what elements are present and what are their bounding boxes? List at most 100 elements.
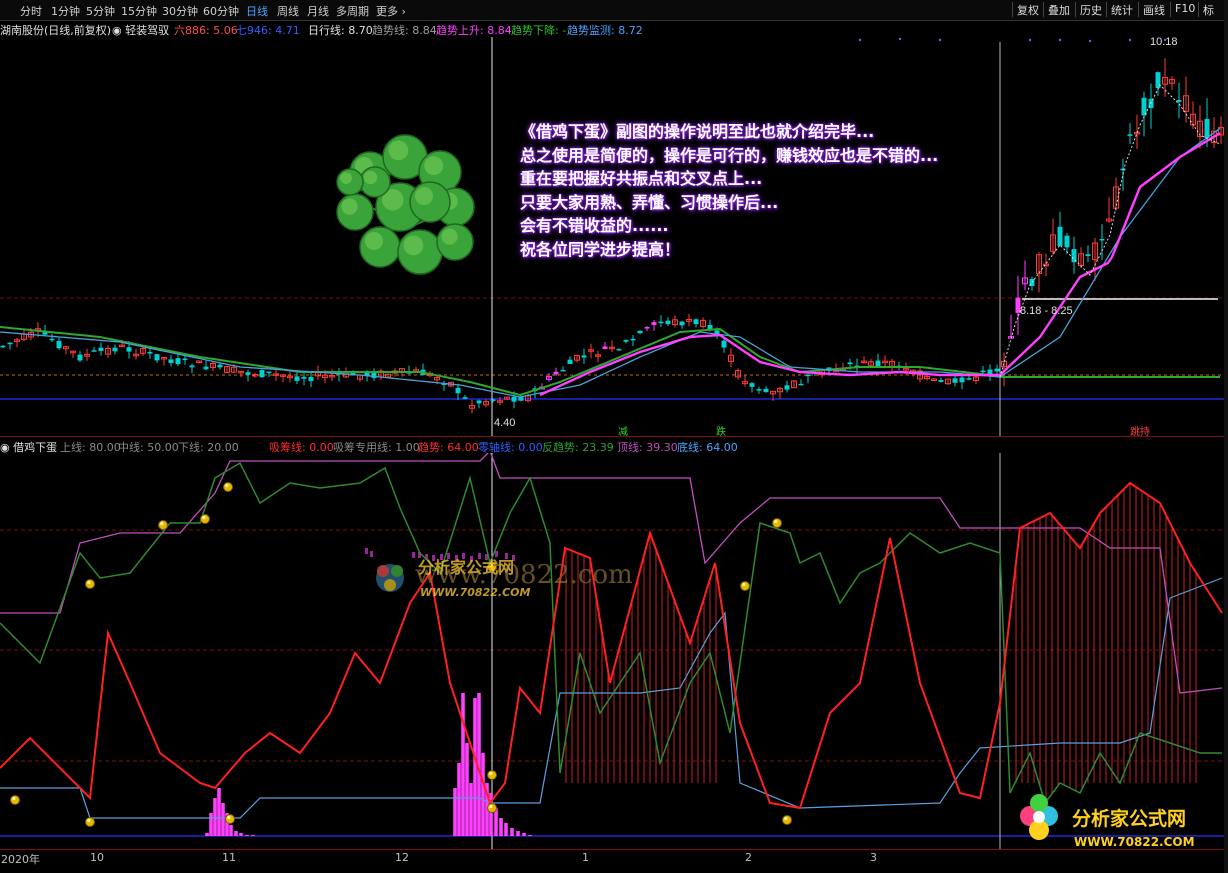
pane-divider[interactable] <box>0 436 1224 437</box>
candle-body <box>56 340 62 349</box>
candle-body <box>798 383 804 386</box>
absorb-bar <box>213 798 217 836</box>
signal-hold: 跳持 <box>1130 425 1150 436</box>
main-indicator-name[interactable]: ◉ 轻装驾驭 <box>112 22 169 38</box>
signal-dot-shine <box>12 796 16 801</box>
absorb-bar <box>239 833 243 836</box>
candle-body <box>560 369 566 372</box>
candle-body <box>623 339 629 342</box>
signal-dot <box>740 581 750 591</box>
signal-dot <box>225 814 235 824</box>
candle-body <box>259 370 265 378</box>
plant-leaf-highlight <box>403 235 424 256</box>
candle-body <box>511 396 517 402</box>
candle-body <box>1099 238 1105 241</box>
overlay-button[interactable]: 叠加 <box>1043 2 1074 17</box>
candle-body <box>98 347 104 351</box>
absorb-bar <box>499 818 503 836</box>
period-tab-1min[interactable]: 1分钟 <box>51 3 80 19</box>
top-dot <box>858 38 862 42</box>
top-dot <box>1163 38 1167 42</box>
annotation-line: 总之使用是简便的，操作是可行的，赚钱效应也是不错的... <box>520 145 939 165</box>
plant-leaf-highlight <box>441 228 458 245</box>
absorb-bar <box>528 835 532 836</box>
candle-body <box>616 348 622 351</box>
period-tab-30min[interactable]: 30分钟 <box>162 3 198 19</box>
period-tab-daily[interactable]: 日线 <box>246 3 268 19</box>
candle-body <box>175 358 181 365</box>
candle-body <box>994 368 1000 372</box>
absorb-bar <box>209 813 213 836</box>
period-tab-multi[interactable]: 多周期 <box>336 3 369 19</box>
signal-dot-shine <box>160 521 164 526</box>
top-dot <box>1088 39 1092 43</box>
candle-body <box>651 322 657 325</box>
signal-dot <box>772 518 782 528</box>
candle-body <box>301 376 307 379</box>
annotation-line: 重在要把握好共振点和交叉点上... <box>520 169 763 188</box>
period-tab-5min[interactable]: 5分钟 <box>86 3 115 19</box>
signal-dot-shine <box>225 483 229 488</box>
signal-dot-shine <box>489 804 493 809</box>
indicator-lines <box>0 453 1223 819</box>
watermark-br-cn: 分析家公式网 <box>1072 807 1186 830</box>
top-dot <box>898 37 902 41</box>
anti-trend-line <box>0 461 1222 805</box>
period-toolbar: 分时 1分钟 5分钟 15分钟 30分钟 60分钟 日线 周线 月线 多周期 更… <box>0 0 1228 21</box>
draw-button[interactable]: 画线 <box>1138 2 1169 17</box>
period-tab-monthly[interactable]: 月线 <box>307 3 329 19</box>
candle-body <box>1064 235 1070 248</box>
stats-button[interactable]: 统计 <box>1106 2 1137 17</box>
signal-reduce: 减 <box>618 426 628 436</box>
trend-hatch-bars <box>565 483 1197 802</box>
absorb-small-bar <box>365 548 368 554</box>
absorb-bar <box>516 831 520 836</box>
absorb-small-bar <box>370 551 373 557</box>
absorb-small-bar <box>495 551 498 557</box>
candle-body <box>707 325 713 330</box>
period-tab-15min[interactable]: 15分钟 <box>121 3 157 19</box>
absorb-bar <box>229 825 233 836</box>
main-chart-legend: 湖南股份(日线,前复权) ◉ 轻装驾驭 六886: 5.06 七946: 4.7… <box>0 21 1228 37</box>
history-button[interactable]: 历史 <box>1075 2 1106 17</box>
adjust-button[interactable]: 复权 <box>1012 2 1043 17</box>
top-dot <box>938 38 942 42</box>
signal-dot-shine <box>87 818 91 823</box>
candle-body <box>637 330 643 334</box>
period-tab-intraday[interactable]: 分时 <box>20 3 42 19</box>
candle-body <box>1204 118 1210 138</box>
signal-dot <box>223 482 233 492</box>
candle-body <box>462 397 468 399</box>
absorb-bar <box>457 763 461 836</box>
candle-body <box>168 359 174 364</box>
absorb-bar <box>234 831 238 836</box>
period-tab-60min[interactable]: 60分钟 <box>203 3 239 19</box>
signal-dot <box>10 795 20 805</box>
candle-body <box>77 354 83 361</box>
signal-dot-shine <box>87 580 91 585</box>
plant-leaf-highlight <box>388 140 409 161</box>
candle-body <box>602 346 608 350</box>
indicator-chart[interactable]: www.70822.com 分析家公式网 WWW.70822.COM 分析家公式… <box>0 453 1224 849</box>
date-label: 2 <box>745 851 752 864</box>
absorb-bar <box>510 828 514 836</box>
period-tab-more[interactable]: 更多 › <box>376 3 406 19</box>
candle-body <box>847 362 853 365</box>
candle-body <box>679 321 685 326</box>
signal-dot <box>200 514 210 524</box>
signal-dot-shine <box>784 816 788 821</box>
signal-dot-shine <box>742 582 746 587</box>
date-label: 11 <box>222 851 236 864</box>
period-tab-weekly[interactable]: 周线 <box>277 3 299 19</box>
signal-dot <box>85 817 95 827</box>
trend-line <box>0 481 1223 810</box>
stock-title: 湖南股份(日线,前复权) <box>0 24 112 37</box>
f10-button[interactable]: F10 <box>1170 2 1199 17</box>
mark-button[interactable]: 标 <box>1198 2 1218 17</box>
signal-dot <box>487 770 497 780</box>
top-dot <box>1058 38 1062 42</box>
watermark-cn: 分析家公式网 <box>418 558 514 577</box>
candle-body <box>567 359 573 365</box>
date-label: 1 <box>582 851 589 864</box>
candle-body <box>49 338 55 341</box>
